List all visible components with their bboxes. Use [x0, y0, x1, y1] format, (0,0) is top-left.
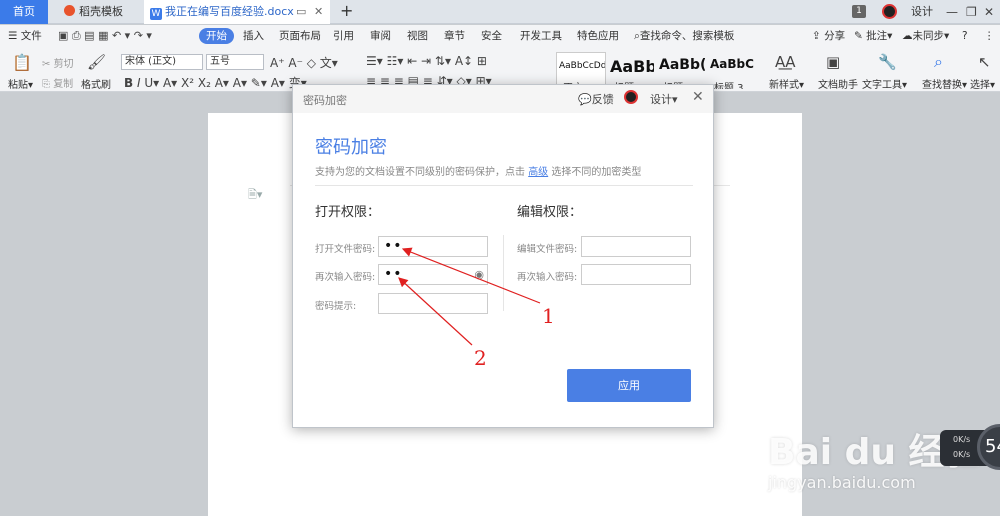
annotation-arrow-2	[398, 277, 473, 346]
annotation-arrow-1	[401, 247, 541, 304]
download-speed: 0K/s	[953, 450, 971, 459]
annotation-label-1: 1	[542, 304, 555, 328]
watermark-url: jingyan.baidu.com	[768, 473, 916, 492]
upload-speed: 0K/s	[953, 435, 971, 444]
annotation-label-2: 2	[474, 346, 487, 370]
